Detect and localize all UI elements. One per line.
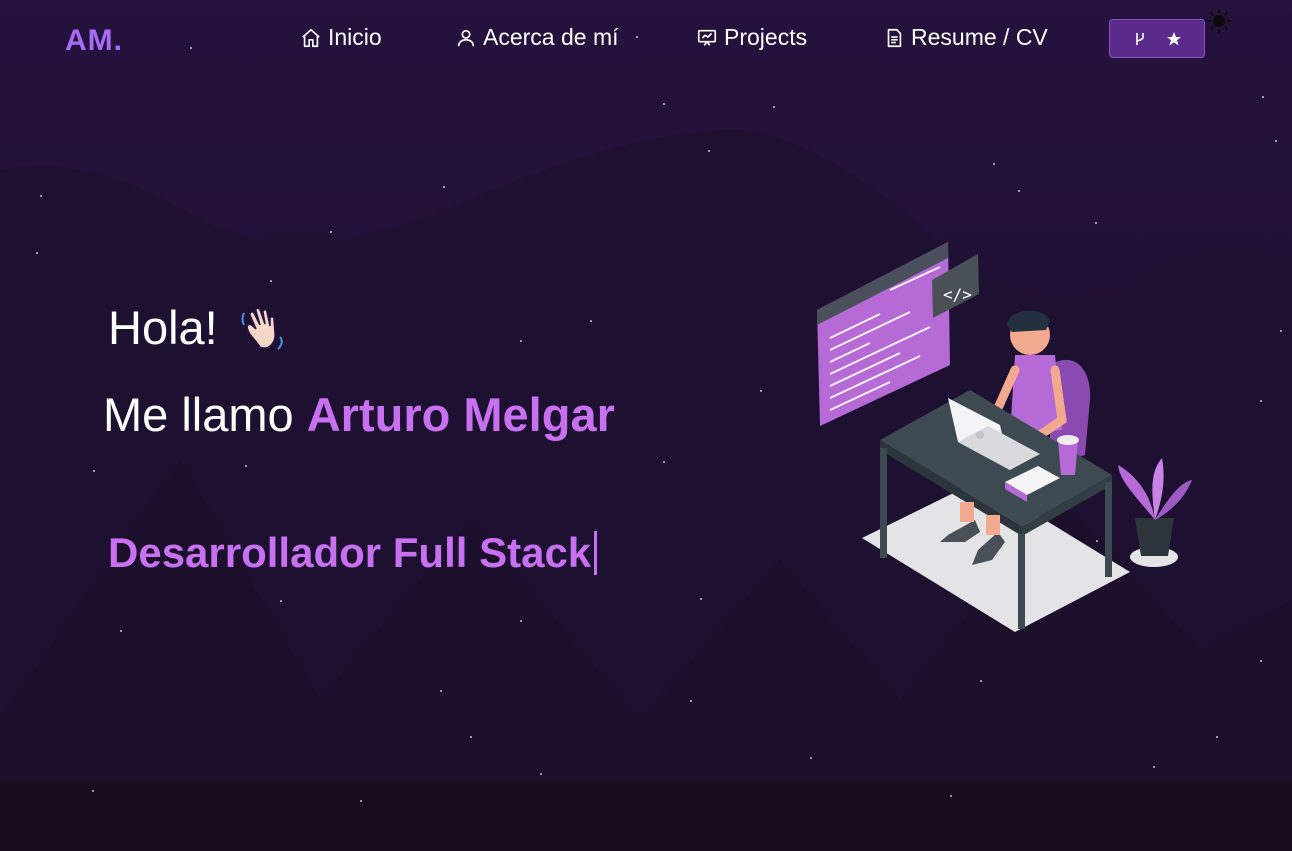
developer-illustration: </> (817, 242, 1192, 632)
user-icon (457, 29, 475, 46)
nav-item-resume[interactable]: Resume / CV (883, 24, 1048, 51)
nav-label: Acerca de mí (483, 24, 619, 50)
waving-hand-icon (241, 306, 283, 350)
logo[interactable]: AM. (65, 24, 123, 58)
typing-cursor (594, 531, 598, 575)
role-typewriter: Desarrollador Full Stack (108, 529, 598, 577)
nav-label: Projects (724, 24, 808, 50)
github-button[interactable] (1109, 19, 1205, 58)
nav-label: Inicio (328, 24, 382, 50)
intro-line: Me llamo Arturo Melgar (103, 387, 615, 442)
svg-text:</>: </> (943, 285, 972, 304)
navbar: AM. Inicio Acerca de mí Projects Resume … (0, 0, 1292, 80)
sun-icon[interactable] (1206, 8, 1232, 34)
nav-item-acerca[interactable]: Acerca de mí (455, 24, 619, 51)
fork-icon (1136, 32, 1144, 45)
nav-item-projects[interactable]: Projects (696, 24, 807, 51)
nav-item-inicio[interactable]: Inicio (300, 24, 382, 51)
document-icon (887, 28, 902, 47)
projects-icon (697, 29, 717, 46)
greeting-text: Hola! (108, 301, 218, 354)
role-text: Desarrollador Full Stack (108, 529, 592, 576)
home-icon (302, 28, 320, 47)
intro-text: Me llamo (103, 388, 294, 441)
nav-label: Resume / CV (911, 24, 1048, 50)
greeting: Hola! (108, 300, 292, 355)
name-text: Arturo Melgar (306, 388, 615, 441)
star-icon (1167, 31, 1181, 45)
